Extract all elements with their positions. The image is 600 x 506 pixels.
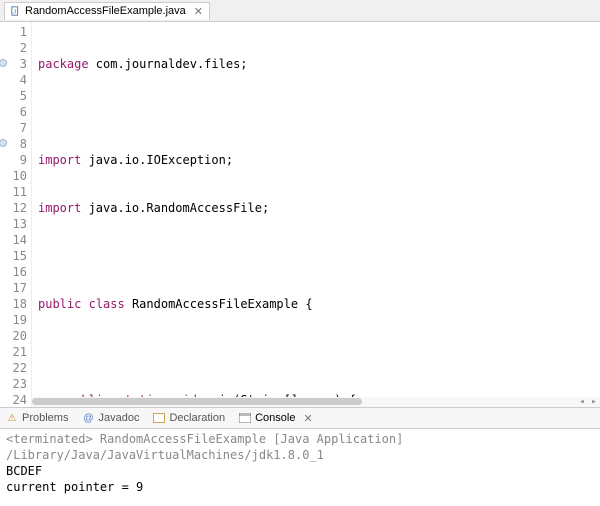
console-line: BCDEF — [6, 463, 594, 479]
close-icon[interactable]: ✕ — [194, 5, 203, 18]
scrollbar-thumb[interactable] — [32, 398, 362, 405]
console-icon — [239, 412, 251, 424]
console-output[interactable]: <terminated> RandomAccessFileExample [Ja… — [0, 429, 600, 506]
declaration-icon — [153, 412, 165, 424]
editor-tab-bar: J RandomAccessFileExample.java ✕ — [0, 0, 600, 22]
close-icon[interactable]: ✕ — [303, 412, 312, 425]
editor-tab[interactable]: J RandomAccessFileExample.java ✕ — [4, 2, 210, 20]
fold-marker-icon[interactable] — [0, 139, 7, 147]
bottom-tab-bar: ⚠ Problems @ Javadoc Declaration Console… — [0, 407, 600, 429]
tab-javadoc[interactable]: @ Javadoc — [82, 412, 139, 424]
tab-label: Javadoc — [98, 412, 139, 424]
tab-problems[interactable]: ⚠ Problems — [6, 412, 68, 424]
tab-label: Problems — [22, 412, 68, 424]
scroll-right-icon[interactable]: ▸ — [588, 397, 600, 407]
problems-icon: ⚠ — [6, 412, 18, 424]
console-header: <terminated> RandomAccessFileExample [Ja… — [6, 431, 594, 463]
tab-label: Declaration — [169, 412, 225, 424]
tab-label: Console — [255, 412, 295, 424]
svg-text:J: J — [13, 10, 16, 16]
gutter: 123456789101112131415161718192021222324 — [0, 22, 32, 407]
java-file-icon: J — [11, 6, 21, 16]
tab-declaration[interactable]: Declaration — [153, 412, 225, 424]
javadoc-icon: @ — [82, 412, 94, 424]
console-line: current pointer = 9 — [6, 479, 594, 495]
code-editor[interactable]: 123456789101112131415161718192021222324 … — [0, 22, 600, 407]
code-content[interactable]: package com.journaldev.files; import jav… — [32, 22, 600, 407]
tab-filename: RandomAccessFileExample.java — [25, 5, 186, 17]
horizontal-scrollbar[interactable]: ◂ ▸ — [32, 397, 600, 407]
tab-console[interactable]: Console ✕ — [239, 412, 313, 425]
fold-marker-icon[interactable] — [0, 59, 7, 67]
scroll-left-icon[interactable]: ◂ — [576, 397, 588, 407]
